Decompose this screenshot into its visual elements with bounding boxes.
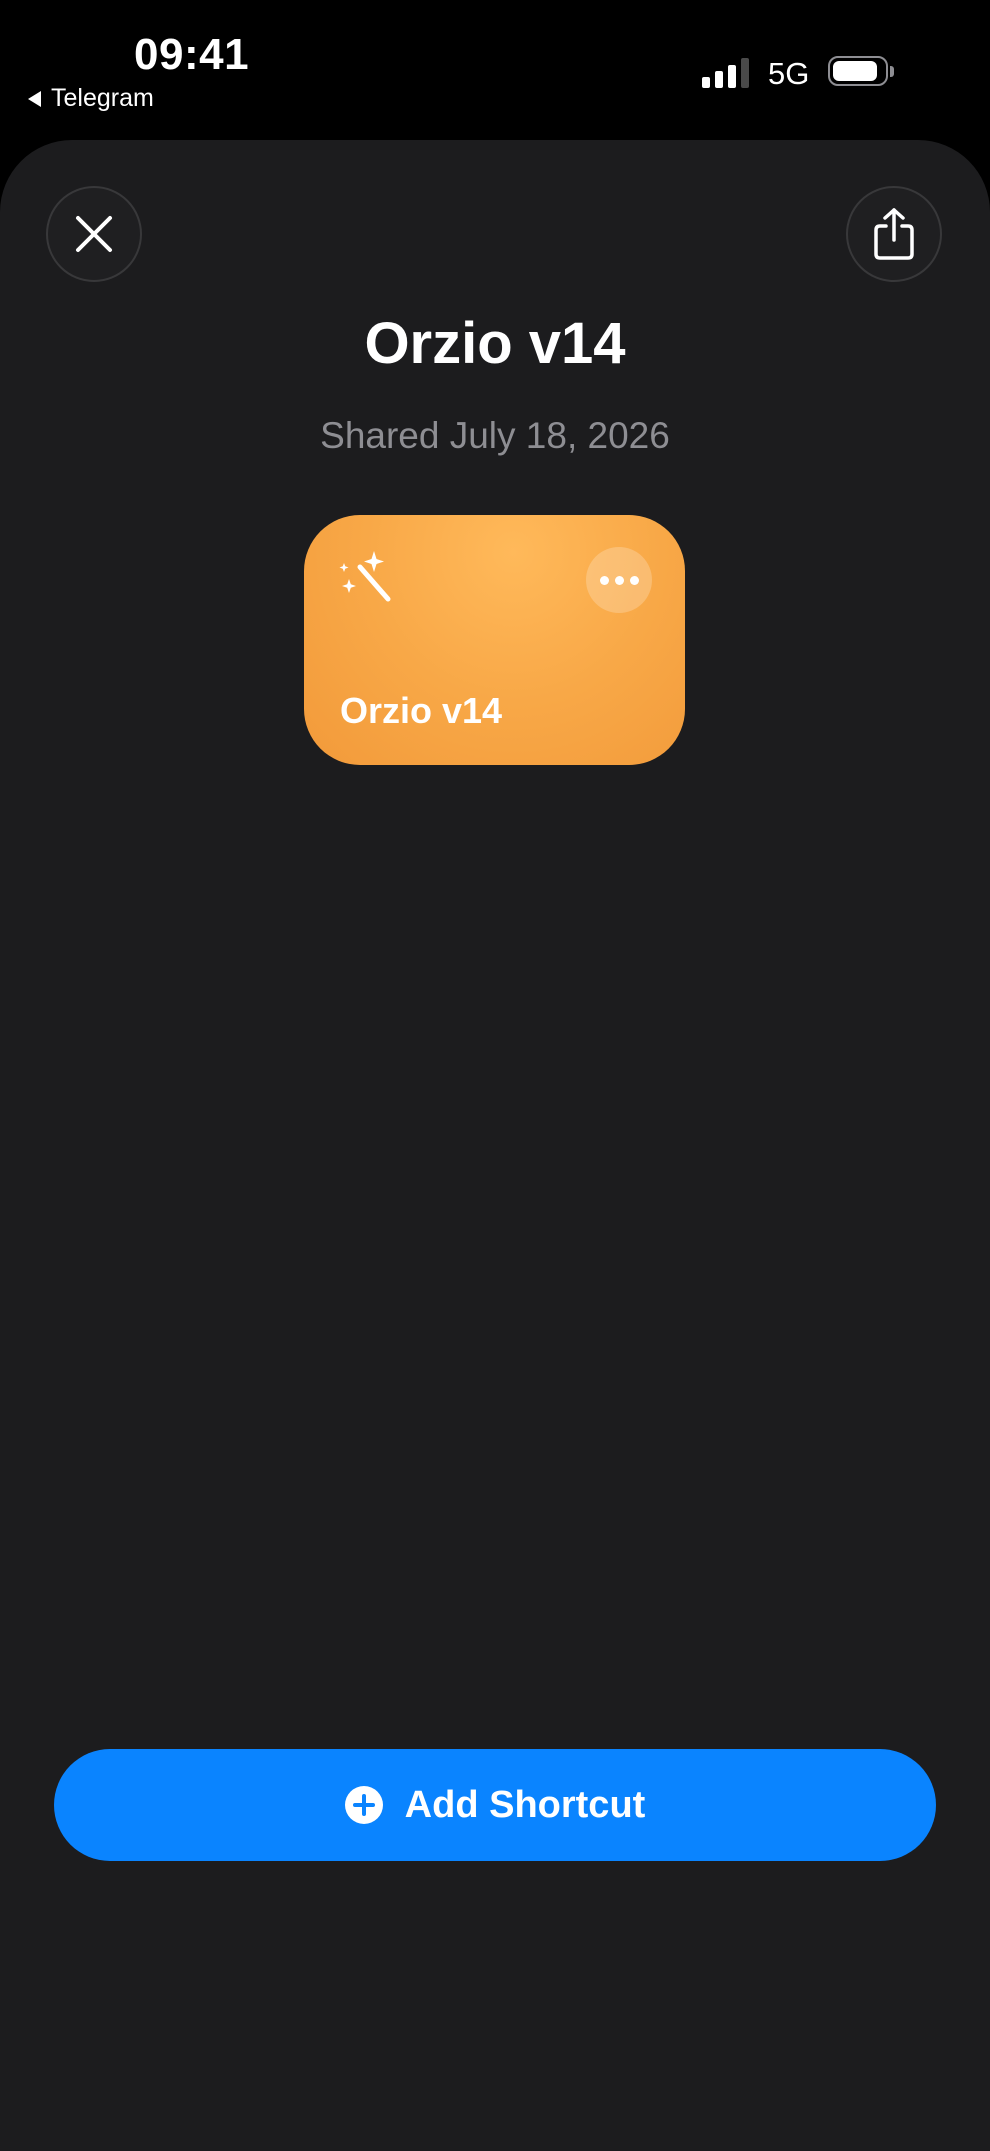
ellipsis-icon — [599, 575, 609, 585]
share-button[interactable] — [846, 186, 942, 282]
card-more-button[interactable] — [586, 547, 652, 613]
status-time: 09:41 — [134, 30, 250, 79]
back-arrow-icon — [28, 90, 41, 107]
shortcut-card-name: Orzio v14 — [340, 690, 503, 731]
back-app-label: Telegram — [51, 84, 154, 112]
add-shortcut-button[interactable]: Add Shortcut — [54, 1749, 936, 1861]
shortcut-card[interactable]: Orzio v14 — [304, 515, 685, 765]
shared-date: Shared July 18, 2026 — [320, 415, 670, 456]
status-bar: 09:41 Telegram 5G — [0, 0, 990, 140]
share-icon — [874, 208, 914, 260]
close-button[interactable] — [46, 186, 142, 282]
xmark-icon — [76, 216, 112, 252]
back-to-app-link[interactable]: Telegram — [28, 84, 154, 113]
cellular-signal-icon — [702, 58, 749, 88]
add-shortcut-label: Add Shortcut — [404, 1783, 646, 1826]
battery-icon — [828, 56, 896, 90]
magic-wand-icon — [339, 551, 391, 602]
network-type: 5G — [768, 56, 810, 91]
plus-circle-icon — [344, 1786, 383, 1824]
page-title: Orzio v14 — [364, 311, 626, 376]
